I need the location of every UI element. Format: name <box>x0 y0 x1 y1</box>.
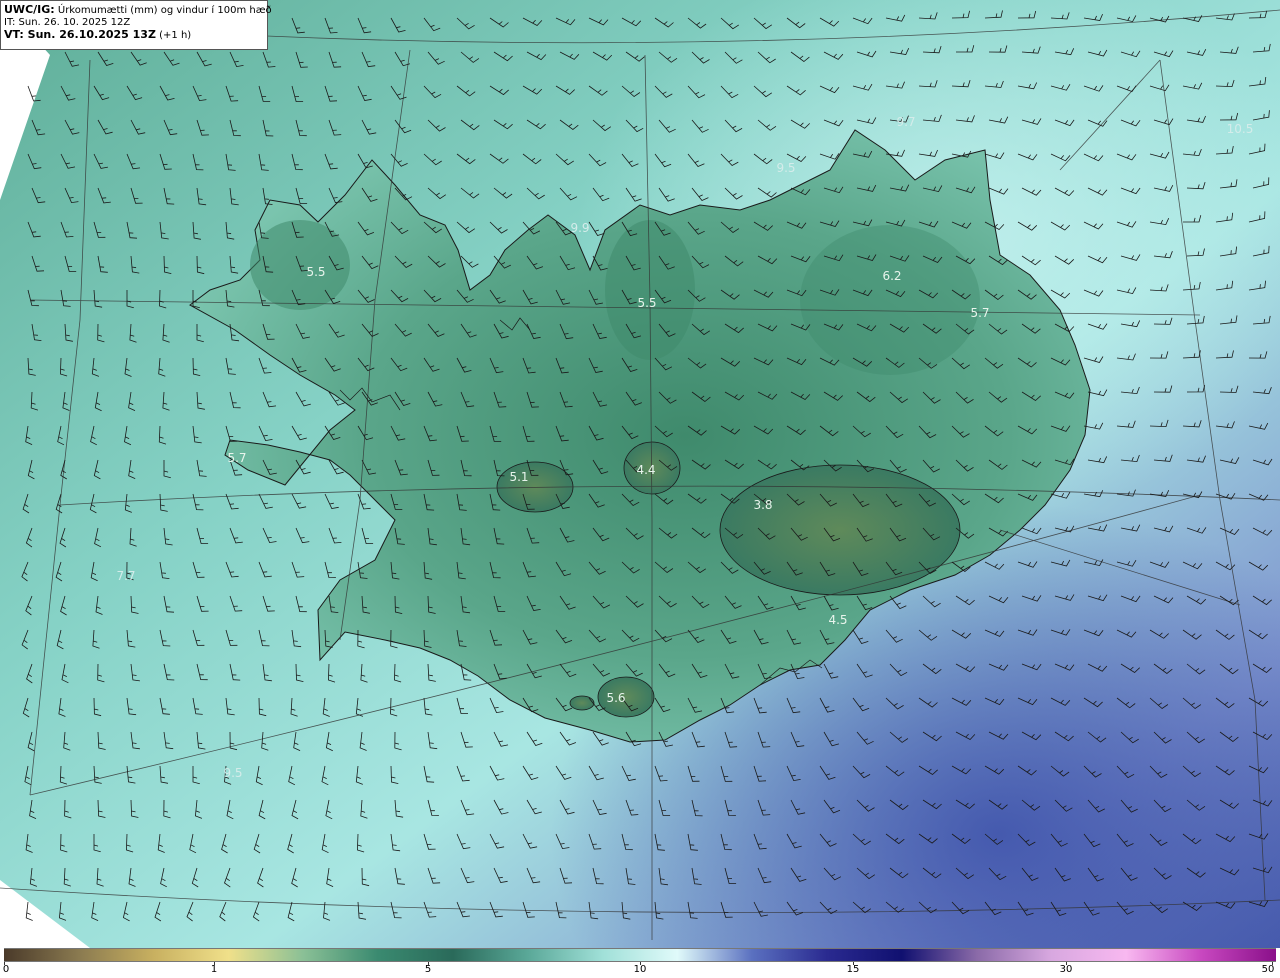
map-title: Úrkomumætti (mm) og vindur í 100m hæð <box>57 5 272 16</box>
wind-barb <box>25 901 33 921</box>
map-label-westfjords: 5.5 <box>306 265 325 279</box>
colorbar-tick-label: 15 <box>846 964 860 975</box>
precipitation-map[interactable]: 5.5 5.5 6.2 5.7 9.9 9.5 9.7 10.5 5.7 5.1… <box>0 0 1280 948</box>
map-label-northeast: 6.2 <box>882 269 901 283</box>
colorbar-tick-label: 10 <box>633 964 647 975</box>
eyjafjallajokull-glacier <box>569 695 595 711</box>
colorbar-tick-label: 0 <box>2 964 10 975</box>
map-label-north-coast: 9.9 <box>570 221 589 235</box>
vatnajokull-glacier <box>719 464 961 596</box>
map-label-myrdalsjokull: 5.6 <box>606 691 625 705</box>
model-label: UWC/IG: <box>4 3 55 16</box>
map-label-east: 5.7 <box>970 306 989 320</box>
colorbar-tick-label: 50 <box>1261 964 1275 975</box>
map-label-west-sea: 7.7 <box>116 569 135 583</box>
map-label-snaefellsnes: 5.7 <box>227 451 246 465</box>
colorbar-tick-label: 1 <box>210 964 218 975</box>
map-label-langjokull: 5.1 <box>509 470 528 484</box>
map-label-southeast: 4.5 <box>828 613 847 627</box>
map-label-southwest-sea: 9.5 <box>223 766 242 780</box>
valid-offset: (+1 h) <box>159 30 192 41</box>
map-label-hofsjokull: 4.4 <box>636 463 655 477</box>
map-label-far-northeast-sea: 10.5 <box>1227 122 1254 136</box>
colorbar-gradient <box>4 948 1276 962</box>
colorbar-tick-label: 5 <box>424 964 432 975</box>
map-label-north-sea: 9.5 <box>776 161 795 175</box>
map-label-north-central: 5.5 <box>637 296 656 310</box>
colorbar-legend: 0 1 5 10 15 30 50 <box>0 948 1280 978</box>
map-canvas: 5.5 5.5 6.2 5.7 9.9 9.5 9.7 10.5 5.7 5.1… <box>0 0 1280 948</box>
map-label-northeast-sea: 9.7 <box>896 115 915 129</box>
highland-patch <box>800 225 980 375</box>
colorbar-tick-label: 30 <box>1059 964 1073 975</box>
map-label-vatnajokull: 3.8 <box>753 498 772 512</box>
header-title-row: UWC/IG: Úrkomumætti (mm) og vindur í 100… <box>4 3 272 17</box>
valid-time: VT: Sun. 26.10.2025 13Z <box>4 28 156 41</box>
map-header: UWC/IG: Úrkomumætti (mm) og vindur í 100… <box>0 0 272 50</box>
valid-time-row: VT: Sun. 26.10.2025 13Z (+1 h) <box>4 29 263 42</box>
